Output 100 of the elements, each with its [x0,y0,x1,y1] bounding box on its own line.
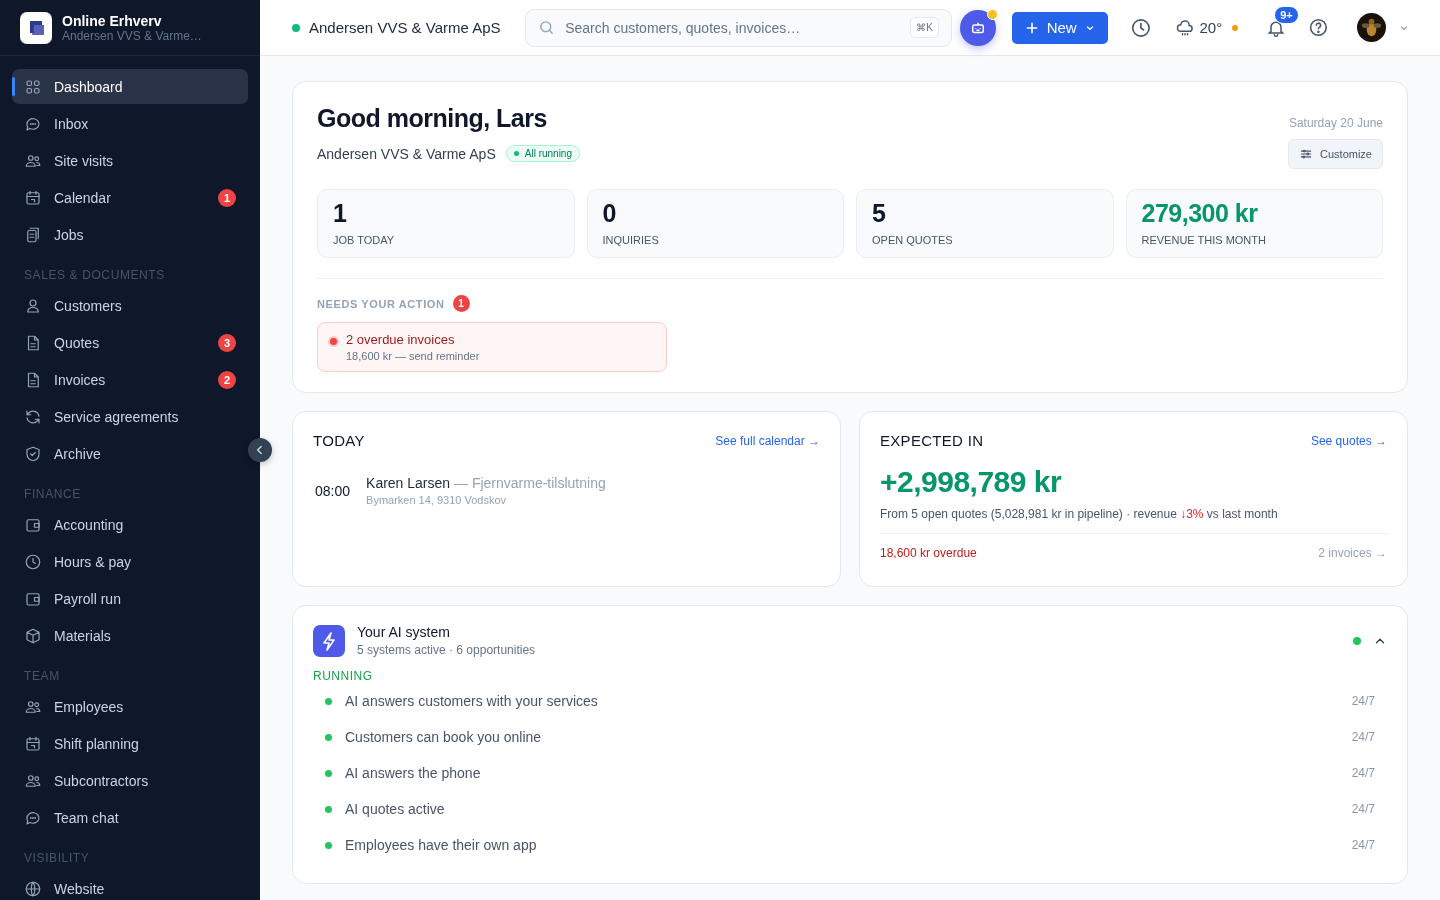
company-name: Andersen VVS & Varme… [62,28,202,43]
collapse-sidebar-button[interactable] [248,438,272,462]
search-bar[interactable]: Search customers, quotes, invoices… ⌘K [525,8,952,47]
refresh-icon [24,407,42,426]
stat-value: 0 [602,199,617,228]
cloud-rain-icon [1175,17,1196,38]
help-icon[interactable] [1308,17,1329,38]
event-title[interactable]: Karen Larsen — Fjernvarme-tilslutning [366,475,606,491]
sidebar-item[interactable]: Payroll run [12,581,248,616]
avatar[interactable] [1357,13,1386,42]
feature-label: AI answers customers with your services [345,693,599,709]
stat-label: OPEN QUOTES [872,234,954,246]
count-badge: 2 [218,370,236,389]
assistant-button[interactable] [959,9,996,46]
sidebar-item[interactable]: Website [12,871,248,900]
sidebar-item[interactable]: Employees [12,689,248,724]
card-title: Your AI system [357,624,451,640]
stat-value: 1 [333,199,348,228]
alert-detail: 18,600 kr — send reminder [346,350,480,362]
sidebar-item[interactable]: Accounting [12,507,248,542]
sidebar-item[interactable]: Subcontractors [12,763,248,798]
sidebar-item[interactable]: Inbox [12,106,248,141]
stat-card[interactable]: 0 INQUIRIES [586,189,844,258]
app-name: Online Erhverv [62,12,163,29]
event-time: 08:00 [315,482,351,499]
alert-title: 2 overdue invoices [346,332,456,347]
clipboard-icon [24,225,42,244]
count-badge: 1 [452,295,470,312]
section-heading: VISIBILITY [23,850,91,867]
sidebar-item[interactable]: Quotes 3 [12,325,248,360]
grid-icon [24,77,42,96]
search-field[interactable]: Search customers, quotes, invoices… [563,18,903,37]
action-alert[interactable]: 2 overdue invoices 18,600 kr — send reminder [317,322,667,372]
card-title: TODAY [313,432,365,449]
sidebar-item[interactable]: Team chat [12,800,248,835]
feature-label: Employees have their own app [345,837,538,853]
feature-label: AI answers the phone [345,765,482,781]
overdue-amount: 18,600 kr overdue [880,546,977,560]
card-subtitle: 5 systems active · 6 opportunities [357,643,537,657]
cube-icon [24,626,42,645]
sidebar-item[interactable]: Jobs [12,217,248,252]
section-heading: RUNNING [313,669,374,683]
status-dot-icon [292,23,300,32]
availability: 24/7 [1351,694,1375,708]
count-badge: 1 [218,188,236,207]
section-heading: SALES & DOCUMENTS [23,267,166,284]
expected-amount: +2,998,789 kr [880,465,1063,499]
feature-label: AI quotes active [345,801,446,817]
availability: 24/7 [1351,838,1375,852]
availability: 24/7 [1351,766,1375,780]
status-pill: All running [505,145,580,162]
date: Saturday 20 June [1288,116,1383,130]
clock-icon[interactable] [1129,16,1152,39]
clock-icon [24,552,42,571]
sidebar-item[interactable]: Invoices 2 [12,362,248,397]
stat-card[interactable]: 279,300 kr REVENUE THIS MONTH [1125,189,1383,258]
lightning-icon [313,624,345,657]
section-heading: TEAM [23,668,61,685]
stat-card[interactable]: 1 JOB TODAY [317,189,575,258]
sidebar-item[interactable]: Service agreements [12,399,248,434]
new-button[interactable]: New [1011,11,1108,44]
stat-value: 5 [872,199,887,228]
sidebar-item[interactable]: Hours & pay [12,544,248,579]
stat-label: INQUIRIES [602,234,660,246]
stat-card[interactable]: 5 OPEN QUOTES [856,189,1114,258]
calendar-icon [24,734,42,753]
notification-badge: 9+ [1274,5,1299,24]
sidebar-item[interactable]: Dashboard [12,69,248,104]
greeting: Good morning, Lars [317,104,548,133]
quotes-link[interactable]: See quotes → [1310,433,1387,448]
customize-button[interactable]: Customize [1288,139,1383,169]
shortcut-key: ⌘K [910,17,939,38]
sidebar-item[interactable]: Materials [12,618,248,653]
sidebar-item[interactable]: Shift planning [12,726,248,761]
globe-icon [24,879,42,898]
search-icon [538,19,556,36]
stat-label: JOB TODAY [333,234,396,246]
company-name: Andersen VVS & Varme ApS [317,145,496,162]
calendar-icon [24,188,42,207]
alert-dot [330,338,337,345]
feature-label: Customers can book you online [345,729,543,745]
stat-label: REVENUE THIS MONTH [1141,234,1267,246]
sidebar-item[interactable]: Calendar 1 [12,180,248,215]
sidebar-item[interactable]: Archive [12,436,248,471]
expected-summary: From 5 open quotes (5,028,981 kr in pipeline) · revenue ↓3% vs last month [880,507,1279,521]
card-title: EXPECTED IN [880,432,984,449]
sliders-icon [1299,147,1314,161]
count-badge: 3 [218,333,236,352]
temperature: 20° [1199,19,1223,36]
section-heading: FINANCE [23,486,82,503]
calendar-link[interactable]: See full calendar → [715,433,820,448]
availability: 24/7 [1351,730,1375,744]
section-heading: NEEDS YOUR ACTION [317,297,445,310]
availability: 24/7 [1351,802,1375,816]
app-logo-icon [20,11,52,44]
stat-value: 279,300 kr [1141,199,1259,228]
sidebar-item[interactable]: Site visits [12,143,248,178]
shield-check-icon [24,444,42,463]
sidebar-item[interactable]: Customers [12,288,248,323]
person-icon [24,296,42,315]
